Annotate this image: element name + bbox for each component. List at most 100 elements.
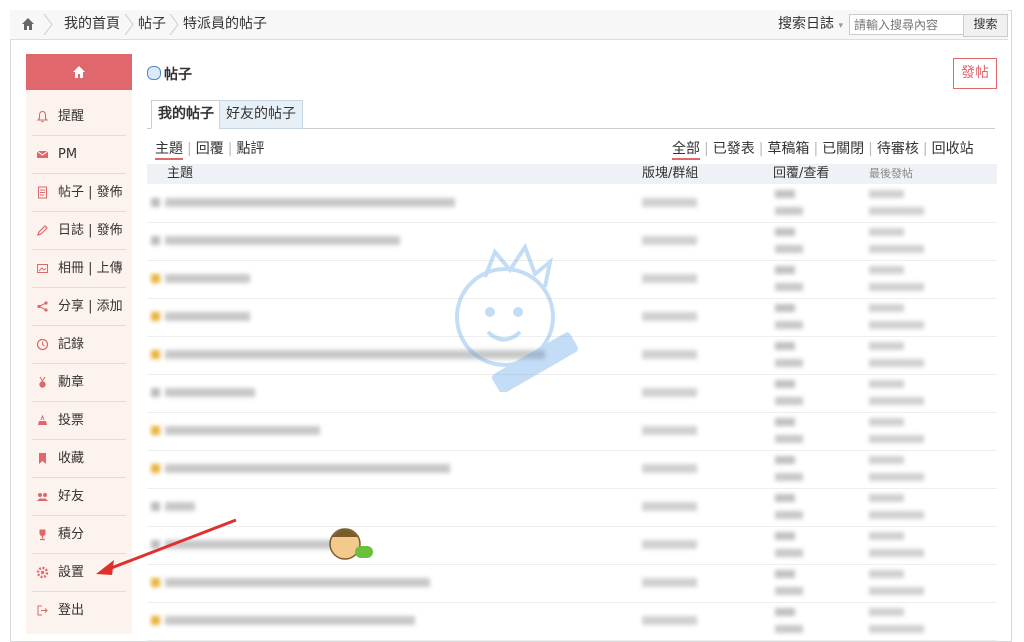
obscured-text: [151, 426, 160, 435]
column-forum: 版塊/群組: [642, 166, 699, 181]
obscured-text: [642, 388, 697, 397]
sidebar-item-label: 設置: [58, 565, 85, 580]
obscured-text: [869, 549, 924, 557]
obscured-text: [869, 435, 924, 443]
obscured-text: [165, 616, 415, 625]
filter-drafts[interactable]: 草稿箱: [767, 141, 809, 157]
breadcrumb-posts[interactable]: 帖子: [138, 10, 166, 39]
breadcrumb-current: 特派員的帖子: [183, 16, 267, 32]
obscured-text: [775, 304, 795, 312]
subnav-topics[interactable]: 主題: [155, 141, 183, 160]
obscured-text: [775, 380, 795, 388]
obscured-text: [165, 502, 195, 511]
sidebar-item-label: 分享 | 添加: [58, 299, 123, 314]
obscured-text: [775, 342, 795, 350]
sidebar-item-settings[interactable]: 設置: [32, 554, 126, 592]
obscured-text: [165, 274, 250, 283]
obscured-text: [642, 350, 697, 359]
subnav-replies[interactable]: 回覆: [196, 141, 224, 157]
tab-bar: 我的帖子 好友的帖子: [147, 100, 995, 129]
sidebar-item-points[interactable]: 積分: [32, 516, 126, 554]
breadcrumb-my-home[interactable]: 我的首頁: [64, 10, 120, 39]
tab-my-posts[interactable]: 我的帖子: [151, 100, 221, 129]
sidebar-item-label: 收藏: [58, 451, 85, 466]
sidebar-item-vote[interactable]: 投票: [32, 402, 126, 440]
friends-icon: [36, 490, 49, 503]
sidebar-item-blog[interactable]: 日誌 | 發佈: [32, 212, 126, 250]
obscured-text: [151, 502, 160, 511]
chevron-down-icon: ▾: [838, 21, 843, 31]
obscured-text: [165, 464, 450, 473]
medal-icon: [36, 376, 49, 389]
filter-all[interactable]: 全部: [672, 141, 700, 160]
subnav-status: 全部 | 已發表 | 草稿箱 | 已關閉 | 待審核 | 回收站: [672, 138, 974, 160]
sidebar-item-share[interactable]: 分享 | 添加: [32, 288, 126, 326]
filter-pending[interactable]: 待審核: [877, 141, 919, 157]
obscured-text: [151, 540, 160, 549]
trophy-icon: [36, 528, 49, 541]
obscured-text: [165, 312, 250, 321]
filter-recycle[interactable]: 回收站: [932, 141, 974, 157]
table-row[interactable]: [147, 413, 997, 451]
posts-icon: [147, 66, 161, 80]
obscured-text: [775, 397, 803, 405]
table-row[interactable]: [147, 185, 997, 223]
obscured-text: [165, 236, 400, 245]
page-title: 帖子: [147, 64, 192, 84]
sidebar-item-label: 帖子 | 發佈: [58, 185, 123, 200]
new-post-button[interactable]: 發帖: [953, 58, 997, 89]
obscured-text: [775, 608, 795, 616]
sidebar-item-album[interactable]: 相冊 | 上傳: [32, 250, 126, 288]
obscured-text: [869, 304, 904, 312]
obscured-text: [869, 532, 904, 540]
obscured-text: [869, 380, 904, 388]
obscured-text: [642, 198, 697, 207]
vote-icon: [36, 414, 49, 427]
sidebar-item-records[interactable]: 記錄: [32, 326, 126, 364]
obscured-text: [151, 198, 160, 207]
table-row[interactable]: [147, 603, 997, 641]
obscured-text: [869, 625, 924, 633]
sidebar-home-button[interactable]: [26, 54, 132, 90]
search-type-select[interactable]: 搜索日誌 ▾: [778, 10, 843, 39]
obscured-text: [165, 578, 430, 587]
sidebar-item-favorites[interactable]: 收藏: [32, 440, 126, 478]
obscured-text: [775, 532, 795, 540]
tab-friends-posts[interactable]: 好友的帖子: [219, 100, 303, 129]
sidebar-item-pm[interactable]: PM: [32, 136, 126, 174]
subnav-comments[interactable]: 點評: [236, 141, 264, 157]
sidebar-item-friends[interactable]: 好友: [32, 478, 126, 516]
column-last-post: 最後發帖: [869, 167, 913, 180]
search-button[interactable]: 搜索: [963, 14, 1008, 37]
sidebar-item-medals[interactable]: 勳章: [32, 364, 126, 402]
table-row[interactable]: [147, 565, 997, 603]
table-row[interactable]: [147, 451, 997, 489]
sidebar-item-alerts[interactable]: 提醒: [32, 98, 126, 136]
obscured-text: [775, 511, 803, 519]
sidebar-item-posts[interactable]: 帖子 | 發佈: [32, 174, 126, 212]
obscured-text: [869, 494, 904, 502]
home-icon[interactable]: [21, 17, 35, 31]
filter-published[interactable]: 已發表: [713, 141, 755, 157]
obscured-text: [642, 464, 697, 473]
table-row[interactable]: [147, 489, 997, 527]
obscured-text: [869, 397, 924, 405]
sidebar: 提醒 PM 帖子 | 發佈 日誌 | 發佈 相冊 | 上傳 分享 | 添加 記錄…: [26, 54, 132, 634]
sidebar-item-label: PM: [58, 147, 78, 162]
obscured-text: [869, 473, 924, 481]
sidebar-item-label: 投票: [58, 413, 85, 428]
filter-closed[interactable]: 已關閉: [822, 141, 864, 157]
bookmark-icon: [36, 452, 49, 465]
search-input[interactable]: [849, 14, 967, 35]
logo-watermark: [455, 242, 579, 392]
obscured-text: [869, 418, 904, 426]
obscured-text: [869, 283, 924, 291]
obscured-text: [151, 350, 160, 359]
sidebar-item-logout[interactable]: 登出: [32, 592, 126, 629]
table-row[interactable]: [147, 527, 997, 565]
obscured-text: [642, 312, 697, 321]
breadcrumb-separator: [169, 14, 179, 35]
obscured-text: [775, 207, 803, 215]
obscured-text: [151, 274, 160, 283]
obscured-text: [775, 283, 803, 291]
